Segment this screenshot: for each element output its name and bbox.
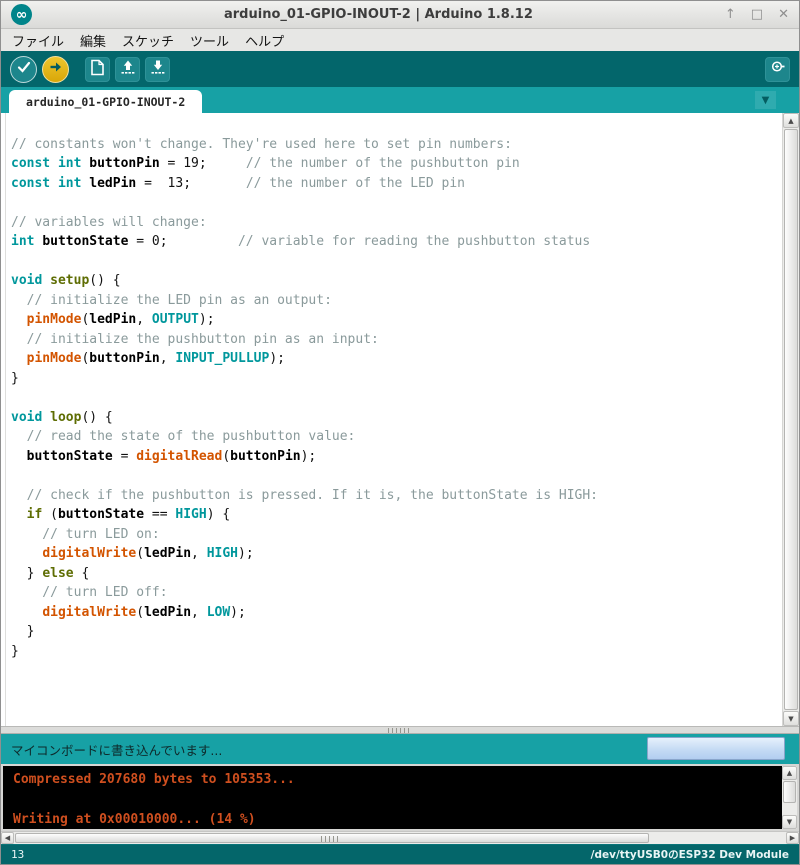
scrollbar-grip-icon — [321, 836, 339, 842]
menu-file[interactable]: ファイル — [4, 29, 72, 51]
console-panel: Compressed 207680 bytes to 105353... Wri… — [1, 764, 799, 831]
console-horizontal-scrollbar[interactable]: ◀ ▶ — [1, 831, 799, 844]
code-line[interactable]: // read the state of the pushbutton valu… — [11, 429, 775, 449]
console-scroll-down-icon[interactable]: ▼ — [782, 815, 797, 829]
menu-sketch[interactable]: スケッチ — [114, 29, 182, 51]
code-line[interactable]: } — [11, 371, 775, 391]
serial-monitor-button[interactable] — [765, 57, 790, 82]
code-line[interactable]: void setup() { — [11, 273, 775, 293]
code-line[interactable]: // initialize the pushbutton pin as an i… — [11, 332, 775, 352]
scroll-up-icon[interactable]: ▲ — [783, 113, 799, 128]
code-line[interactable]: // constants won't change. They're used … — [11, 137, 775, 157]
upload-button[interactable] — [42, 56, 69, 83]
window-controls: ↑ □ ✕ — [725, 8, 789, 21]
code-line[interactable]: int buttonState = 0; // variable for rea… — [11, 234, 775, 254]
window-title: arduino_01-GPIO-INOUT-2 | Arduino 1.8.12 — [32, 7, 725, 22]
right-arrow-icon — [48, 59, 64, 79]
menu-help[interactable]: ヘルプ — [237, 29, 292, 51]
code-line[interactable]: buttonState = digitalRead(buttonPin); — [11, 449, 775, 469]
close-window-icon[interactable]: ✕ — [778, 8, 789, 21]
console-scroll-up-icon[interactable]: ▲ — [782, 766, 797, 780]
new-sketch-button[interactable] — [85, 57, 110, 82]
code-line[interactable]: const int ledPin = 13; // the number of … — [11, 176, 775, 196]
menu-edit[interactable]: 編集 — [72, 29, 114, 51]
menu-tools[interactable]: ツール — [182, 29, 237, 51]
console-line: Writing at 0x00010000... (14 %) — [13, 810, 775, 829]
tabbar: arduino_01-GPIO-INOUT-2 ▼ — [1, 87, 799, 113]
toolbar — [1, 51, 799, 87]
editor-vertical-scrollbar[interactable]: ▲ ▼ — [782, 113, 799, 726]
save-button[interactable] — [145, 57, 170, 82]
arrow-down-icon — [150, 59, 166, 79]
code-area[interactable]: // constants won't change. They're used … — [1, 113, 799, 663]
code-line[interactable]: digitalWrite(ledPin, HIGH); — [11, 546, 775, 566]
code-line[interactable]: digitalWrite(ledPin, LOW); — [11, 605, 775, 625]
upload-status-bar: マイコンボードに書き込んでいます... — [1, 734, 799, 764]
scroll-left-icon[interactable]: ◀ — [1, 832, 14, 844]
code-line[interactable]: // turn LED off: — [11, 585, 775, 605]
editor-scrollbar-thumb[interactable] — [784, 129, 798, 710]
code-line[interactable]: pinMode(buttonPin, INPUT_PULLUP); — [11, 351, 775, 371]
code-line[interactable] — [11, 468, 775, 488]
upload-progress-bar — [647, 737, 785, 760]
upload-status-message: マイコンボードに書き込んでいます... — [11, 740, 222, 759]
console-line: Compressed 207680 bytes to 105353... — [13, 770, 775, 790]
code-line[interactable]: pinMode(ledPin, OUTPUT); — [11, 312, 775, 332]
code-line[interactable]: } — [11, 624, 775, 644]
arduino-logo-icon: ∞ — [11, 4, 32, 25]
verify-button[interactable] — [10, 56, 37, 83]
menubar: ファイル編集スケッチツールヘルプ — [1, 29, 799, 51]
code-line[interactable] — [11, 195, 775, 215]
titlebar: ∞ arduino_01-GPIO-INOUT-2 | Arduino 1.8.… — [1, 1, 799, 29]
code-line[interactable] — [11, 254, 775, 274]
code-line[interactable]: // check if the pushbutton is pressed. I… — [11, 488, 775, 508]
code-line[interactable] — [11, 390, 775, 410]
code-line[interactable]: // initialize the LED pin as an output: — [11, 293, 775, 313]
shade-window-icon[interactable]: ↑ — [725, 8, 736, 21]
console-scrollbar-thumb[interactable] — [783, 781, 796, 803]
open-button[interactable] — [115, 57, 140, 82]
scroll-down-icon[interactable]: ▼ — [783, 711, 799, 726]
console-vertical-scrollbar[interactable]: ▲ ▼ — [782, 766, 797, 829]
document-icon — [90, 59, 105, 80]
code-line[interactable]: // turn LED on: — [11, 527, 775, 547]
tab-list-dropdown-button[interactable]: ▼ — [755, 91, 776, 109]
chevron-down-icon: ▼ — [762, 95, 770, 106]
code-line[interactable]: const int buttonPin = 19; // the number … — [11, 156, 775, 176]
footer-status-bar: 13 /dev/ttyUSB0のESP32 Dev Module — [1, 844, 799, 864]
check-icon — [16, 59, 32, 79]
maximize-window-icon[interactable]: □ — [751, 8, 763, 21]
console-output: Compressed 207680 bytes to 105353... Wri… — [3, 766, 797, 829]
code-line[interactable]: // variables will change: — [11, 215, 775, 235]
code-line[interactable]: } else { — [11, 566, 775, 586]
magnifier-icon — [770, 59, 786, 79]
horizontal-scrollbar-thumb[interactable] — [15, 833, 649, 843]
arrow-up-icon — [120, 59, 136, 79]
console-line — [13, 790, 775, 810]
tab-active-sketch[interactable]: arduino_01-GPIO-INOUT-2 — [9, 90, 202, 113]
code-line[interactable] — [11, 117, 775, 137]
scroll-right-icon[interactable]: ▶ — [786, 832, 799, 844]
arduino-ide-window: ∞ arduino_01-GPIO-INOUT-2 | Arduino 1.8.… — [0, 0, 800, 865]
cursor-line-number: 13 — [11, 848, 24, 861]
code-line[interactable]: void loop() { — [11, 410, 775, 430]
board-port-label: /dev/ttyUSB0のESP32 Dev Module — [591, 847, 789, 862]
splitter-grip-icon — [388, 728, 412, 733]
editor-console-splitter[interactable] — [1, 726, 799, 734]
code-editor[interactable]: // constants won't change. They're used … — [1, 113, 799, 726]
code-line[interactable]: if (buttonState == HIGH) { — [11, 507, 775, 527]
code-line[interactable]: } — [11, 644, 775, 664]
